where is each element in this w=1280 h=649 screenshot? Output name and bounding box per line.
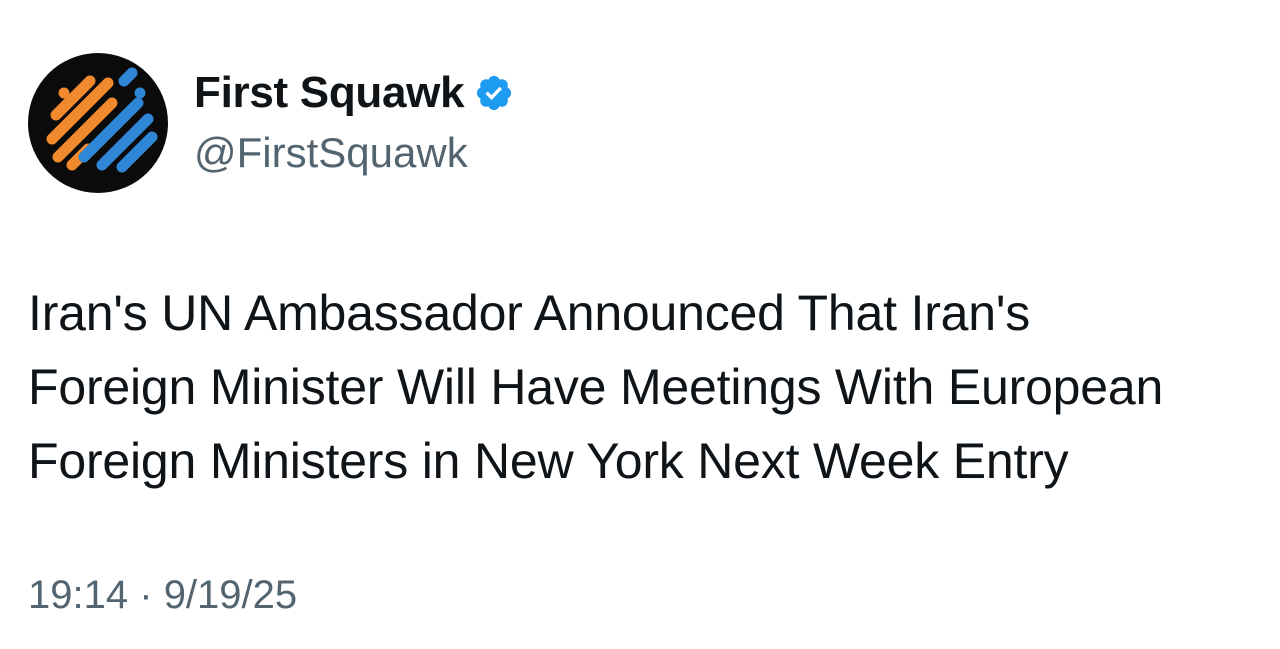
tweet-header: First Squawk @FirstSquawk bbox=[28, 53, 514, 193]
author-handle[interactable]: @FirstSquawk bbox=[194, 125, 514, 181]
avatar[interactable] bbox=[28, 53, 168, 193]
tweet-text-line: Foreign Ministers in New York Next Week … bbox=[28, 433, 1069, 489]
author-name-row: First Squawk bbox=[194, 65, 514, 121]
author-identity: First Squawk @FirstSquawk bbox=[194, 53, 514, 193]
verified-badge-icon[interactable] bbox=[474, 73, 514, 113]
tweet-text-line: Iran's UN Ambassador Announced That Iran… bbox=[28, 285, 1031, 341]
tweet-timestamp[interactable]: 19:14 · 9/19/25 bbox=[28, 570, 297, 620]
tweet-text-line: Foreign Minister Will Have Meetings With… bbox=[28, 359, 1164, 415]
author-display-name[interactable]: First Squawk bbox=[194, 65, 465, 121]
tweet-date: 9/19/25 bbox=[163, 573, 298, 617]
tweet-text: Iran's UN Ambassador Announced That Iran… bbox=[28, 276, 1268, 498]
tweet-card: First Squawk @FirstSquawk Iran's UN Amba… bbox=[0, 0, 1280, 649]
first-squawk-logo-icon bbox=[46, 67, 158, 173]
meta-separator: · bbox=[139, 573, 153, 617]
tweet-time: 19:14 bbox=[28, 573, 129, 617]
